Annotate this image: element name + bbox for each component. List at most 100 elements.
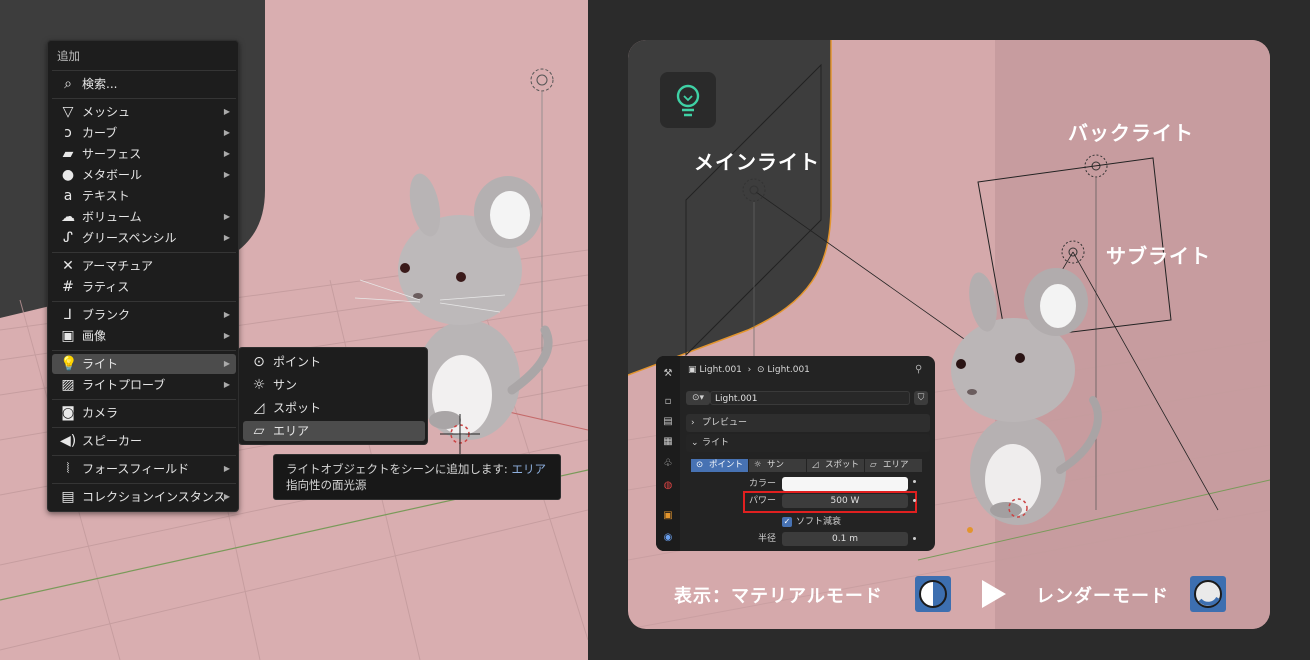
menu-item-label: メッシュ [82,105,131,119]
menu-search[interactable]: ⌕ 検索... [52,74,236,94]
menu-item-image[interactable]: ▣ 画像 ▶ [52,326,236,346]
render-mode-label: レンダーモード [1036,586,1169,607]
menu-item-label: ボリューム [82,210,142,224]
preview-label: プレビュー [702,418,748,428]
color-swatch[interactable] [782,477,908,491]
light-panel-header[interactable]: ⌄ ライト [686,434,930,452]
menu-item-empty[interactable]: ⅃ ブランク ▶ [52,305,236,325]
chevron-right-icon: › [691,418,695,428]
menu-divider [52,350,236,351]
tooltip-highlight: エリア [511,462,546,476]
light-data-tab-icon[interactable]: ◉ [662,532,674,544]
light-type-label: サン [767,460,785,470]
spot-light-icon: ◿ [253,400,265,416]
light-bulb-icon [676,84,700,117]
light-submenu: ⊙ ポイント ☼ サン ◿ スポット ▱ エリア [238,347,428,445]
light-label: ライト [702,438,730,448]
menu-item-lattice[interactable]: # ラティス [52,277,236,297]
submenu-item-sun[interactable]: ☼ サン [243,375,425,395]
render-tab-icon[interactable]: ▫ [662,396,674,408]
submenu-item-label: サン [273,378,298,392]
lattice-icon: # [62,279,74,295]
keyframe-dot-icon[interactable] [913,537,916,540]
menu-item-light[interactable]: 💡 ライト ▶ [52,354,236,374]
fake-user-shield-icon[interactable]: ⛉ [914,391,928,405]
view-layer-tab-icon[interactable]: ▦ [662,436,674,448]
menu-item-label: メタボール [82,168,143,182]
menu-item-light-probe[interactable]: ▨ ライトプローブ ▶ [52,375,236,395]
world-tab-icon[interactable]: ◍ [662,480,674,492]
left-viewport[interactable]: 追加 ⌕ 検索... ▽ メッシュ ▶ ↄ カーブ ▶ ▰ サーフェス ▶ ● メタボール ▶ … [0,0,588,660]
menu-item-volume[interactable]: ☁ ボリューム ▶ [52,207,236,227]
color-label: カラー [748,479,776,489]
submenu-item-area[interactable]: ▱ エリア [243,421,425,441]
sun-light-icon: ☼ [252,377,266,393]
speaker-icon: ◀) [60,433,77,449]
breadcrumb-object[interactable]: Light.001 [699,365,742,375]
submenu-arrow-icon: ▶ [223,331,230,340]
image-icon: ▣ [61,328,75,344]
scene-tab-icon[interactable]: ♧ [662,458,674,470]
menu-item-speaker[interactable]: ◀) スピーカー [52,431,236,451]
light-type-area[interactable]: ▱ エリア [865,459,922,472]
submenu-arrow-icon: ▶ [223,380,230,389]
submenu-item-label: ポイント [273,355,322,369]
add-menu: 追加 ⌕ 検索... ▽ メッシュ ▶ ↄ カーブ ▶ ▰ サーフェス ▶ ● メタボール ▶ … [47,40,239,512]
keyframe-dot-icon[interactable] [913,480,916,483]
menu-item-grease-pencil[interactable]: ᔑ グリースペンシル ▶ [52,228,236,248]
submenu-item-point[interactable]: ⊙ ポイント [243,352,425,372]
menu-item-curve[interactable]: ↄ カーブ ▶ [52,123,236,143]
light-type-spot[interactable]: ◿ スポット [807,459,864,472]
collection-icon: ▤ [61,489,75,505]
menu-item-label: アーマチュア [82,259,154,273]
tooltip-line-1: ライトオブジェクトをシーンに追加します: エリア [286,461,548,477]
soft-falloff-checkbox[interactable]: ✓ [782,517,792,527]
light-type-label: スポット [825,460,860,470]
light-type-label: ポイント [709,460,744,470]
datablock-browse-button[interactable]: ⊙▾ [686,391,710,405]
menu-item-mesh[interactable]: ▽ メッシュ ▶ [52,102,236,122]
menu-title: 追加 [57,49,80,63]
tooltip-line-2: 指向性の面光源 [286,478,367,492]
menu-item-metaball[interactable]: ● メタボール ▶ [52,165,236,185]
camera-icon: ◙ [61,405,75,421]
radius-field[interactable]: 0.1 m [782,532,908,546]
pin-icon[interactable]: ⚲ [915,364,922,375]
submenu-arrow-icon: ▶ [223,170,230,179]
menu-item-camera[interactable]: ◙ カメラ [52,403,236,423]
menu-item-label: グリースペンシル [82,231,177,245]
render-mode-icon [1190,576,1226,612]
menu-divider [52,483,236,484]
menu-item-armature[interactable]: ✕ アーマチュア [52,256,236,276]
light-type-point[interactable]: ⊙ ポイント [691,459,748,472]
breadcrumb-data[interactable]: Light.001 [767,365,810,375]
menu-item-surface[interactable]: ▰ サーフェス ▶ [52,144,236,164]
play-arrow-icon [982,580,1006,608]
menu-item-label: 画像 [82,329,107,343]
search-icon: ⌕ [64,76,72,92]
grease-pencil-icon: ᔑ [63,230,73,246]
tooltip-text: ライトオブジェクトをシーンに追加します: [286,462,508,476]
curve-icon: ↄ [64,125,72,141]
keyframe-dot-icon[interactable] [913,499,916,502]
output-tab-icon[interactable]: ▤ [662,416,674,428]
submenu-item-spot[interactable]: ◿ スポット [243,398,425,418]
tool-tab-icon[interactable]: ⚒ [662,368,674,380]
area-light-icon: ▱ [253,423,265,439]
menu-item-label: ブランク [82,308,131,322]
soft-falloff-label: ソフト減衰 [796,517,842,527]
submenu-arrow-icon: ▶ [223,107,230,116]
object-tab-icon[interactable]: ▣ [662,510,674,522]
light-data-icon: ⊙ [756,365,765,375]
menu-item-force-field[interactable]: ⦚ フォースフィールド ▶ [52,459,236,479]
preview-panel-header[interactable]: › プレビュー [686,414,930,432]
properties-tab-bar: ⚒ ▫ ▤ ▦ ♧ ◍ ▣ ◉ [656,356,680,551]
menu-item-label: カーブ [82,126,118,140]
light-type-sun[interactable]: ☼ サン [749,459,806,472]
menu-item-text[interactable]: a テキスト [52,186,236,206]
power-field[interactable]: 500 W [782,494,908,508]
back-light-label: バックライト [1068,121,1194,145]
menu-item-collection-instance[interactable]: ▤ コレクションインスタンス ▶ [52,487,236,507]
menu-divider [52,70,236,71]
datablock-name-field[interactable]: Light.001 [710,391,910,405]
